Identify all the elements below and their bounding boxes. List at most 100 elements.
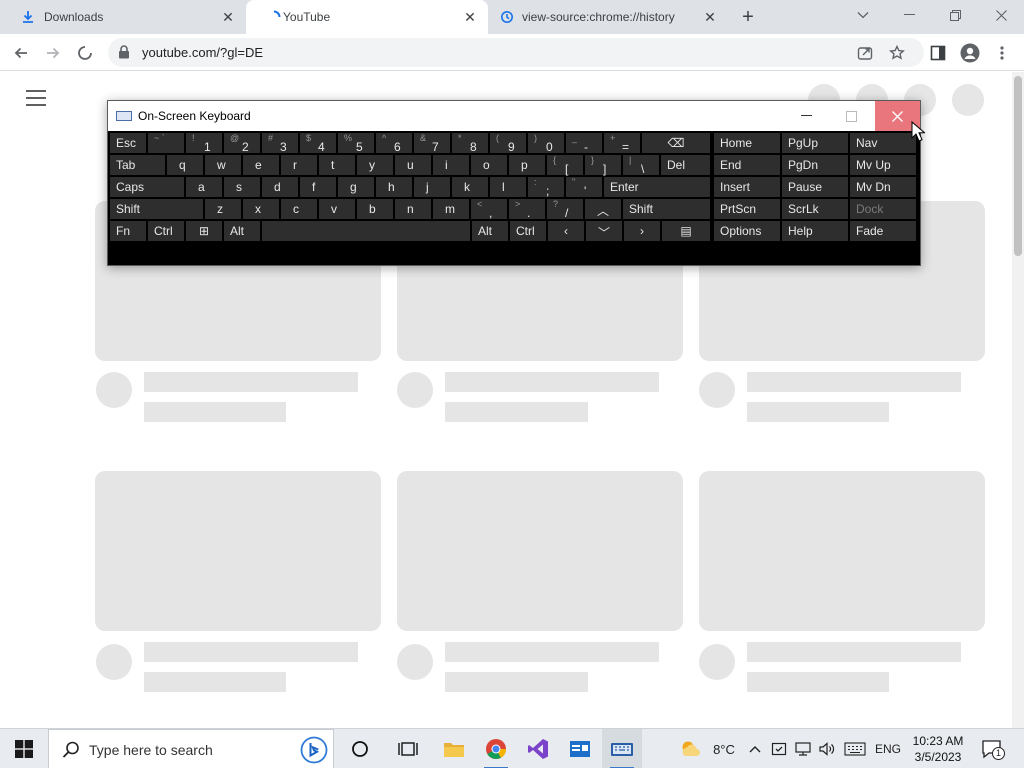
lock-icon[interactable] [118, 45, 132, 59]
key-5[interactable]: % 5 [338, 133, 374, 154]
key-2[interactable]: @2 [224, 133, 260, 154]
key-6[interactable]: ^ 6 [376, 133, 412, 154]
key-scrlk[interactable]: ScrLk [782, 199, 848, 219]
close-tab-icon[interactable]: ✕ [218, 7, 238, 27]
key-7[interactable]: & 7 [414, 133, 450, 154]
page-scrollbar[interactable] [1012, 72, 1024, 728]
key-g[interactable]: g [338, 177, 374, 197]
key-u[interactable]: u [395, 155, 431, 175]
visual-studio-icon[interactable] [518, 729, 558, 768]
key-mv-dn[interactable]: Mv Dn [850, 177, 916, 197]
key-k[interactable]: k [452, 177, 488, 197]
url-text[interactable]: youtube.com/?gl=DE [142, 45, 263, 60]
key-caps[interactable]: Caps [110, 177, 184, 197]
arrow-down-key[interactable]: ﹀ [586, 221, 622, 241]
key-sym[interactable]: ? / [547, 199, 583, 220]
key-n[interactable]: n [395, 199, 431, 219]
security-icon[interactable] [768, 729, 790, 768]
key-0[interactable]: ) 0 [528, 133, 564, 154]
tab-youtube[interactable]: YouTube ✕ [246, 0, 488, 34]
tab-search-icon[interactable] [840, 0, 886, 30]
key-s[interactable]: s [224, 177, 260, 197]
arrow-up-key[interactable]: ︿ [585, 199, 621, 219]
key-options[interactable]: Options [714, 221, 780, 241]
key-4[interactable]: $4 [300, 133, 336, 154]
key-end[interactable]: End [714, 155, 780, 175]
key-t[interactable]: t [319, 155, 355, 175]
key-q[interactable]: q [167, 155, 203, 175]
key-sym[interactable]: " ' [566, 177, 602, 198]
key-c[interactable]: c [281, 199, 317, 219]
key-j[interactable]: j [414, 177, 450, 197]
tab-downloads[interactable]: Downloads ✕ [0, 0, 246, 34]
start-button[interactable] [0, 729, 48, 768]
stop-loading-icon[interactable] [72, 40, 98, 66]
side-panel-icon[interactable] [925, 40, 951, 66]
osk-title-bar[interactable]: On-Screen Keyboard [108, 101, 920, 131]
cortana-icon[interactable] [340, 729, 380, 768]
address-bar[interactable]: youtube.com/?gl=DE [108, 38, 924, 67]
new-tab-button[interactable]: + [736, 5, 760, 29]
taskbar-clock[interactable]: 10:23 AM 3/5/2023 [906, 733, 970, 765]
key-fade[interactable]: Fade [850, 221, 916, 241]
key-y[interactable]: y [357, 155, 393, 175]
key-pause[interactable]: Pause [782, 177, 848, 197]
backspace-key[interactable]: ⌫ [642, 133, 710, 153]
key-sym[interactable]: + = [604, 133, 640, 154]
key-a[interactable]: a [186, 177, 222, 197]
notification-center-icon[interactable]: 1 [980, 737, 1005, 761]
key-ctrl[interactable]: Ctrl [510, 221, 546, 241]
key-h[interactable]: h [376, 177, 412, 197]
tray-chevron-icon[interactable] [746, 729, 764, 768]
touch-keyboard-icon[interactable] [842, 729, 868, 768]
arrow-left-key[interactable]: ‹ [548, 221, 584, 241]
key-p[interactable]: p [509, 155, 545, 175]
key-del[interactable]: Del [661, 155, 710, 175]
kebab-menu-icon[interactable] [989, 40, 1015, 66]
close-tab-icon[interactable]: ✕ [460, 7, 480, 27]
key-sym[interactable]: :; [528, 177, 564, 198]
key-home[interactable]: Home [714, 133, 780, 153]
osk-minimize-icon[interactable] [784, 101, 829, 131]
key-x[interactable]: x [243, 199, 279, 219]
network-icon[interactable] [792, 729, 814, 768]
weather-temperature[interactable]: 8°C [706, 729, 742, 768]
taskbar-search-box[interactable]: Type here to search [48, 729, 334, 768]
key-f[interactable]: f [300, 177, 336, 197]
profile-avatar-icon[interactable] [957, 40, 983, 66]
key-1[interactable]: ! 1 [186, 133, 222, 154]
key-i[interactable]: i [433, 155, 469, 175]
forward-arrow-icon[interactable] [40, 40, 66, 66]
key-sym[interactable]: _ - [566, 133, 602, 154]
file-explorer-icon[interactable] [434, 729, 474, 768]
spacebar-key[interactable] [262, 221, 470, 241]
key-r[interactable]: r [281, 155, 317, 175]
key-m[interactable]: m [433, 199, 469, 219]
windows-key-key[interactable]: ⊞ [186, 221, 222, 241]
key-fn[interactable]: Fn [110, 221, 146, 241]
key-o[interactable]: o [471, 155, 507, 175]
weather-icon[interactable] [676, 729, 706, 768]
key-insert[interactable]: Insert [714, 177, 780, 197]
key-mv-up[interactable]: Mv Up [850, 155, 916, 175]
key-alt[interactable]: Alt [472, 221, 508, 241]
back-arrow-icon[interactable] [8, 40, 34, 66]
restore-icon[interactable] [932, 0, 978, 30]
key-8[interactable]: * 8 [452, 133, 488, 154]
bookmark-star-icon[interactable] [886, 42, 908, 64]
key-sym[interactable]: | \ [623, 155, 659, 176]
key-3[interactable]: #3 [262, 133, 298, 154]
key-d[interactable]: d [262, 177, 298, 197]
key-z[interactable]: z [205, 199, 241, 219]
key-ctrl[interactable]: Ctrl [148, 221, 184, 241]
key-e[interactable]: e [243, 155, 279, 175]
key-l[interactable]: l [490, 177, 526, 197]
key-sym[interactable]: >. [509, 199, 545, 220]
close-tab-icon[interactable]: ✕ [700, 7, 720, 27]
app-window-icon[interactable] [560, 729, 600, 768]
hamburger-menu-icon[interactable] [26, 90, 46, 106]
key-nav[interactable]: Nav [850, 133, 916, 153]
key-alt[interactable]: Alt [224, 221, 260, 241]
key-tab[interactable]: Tab [110, 155, 165, 175]
context-menu-key[interactable]: ▤ [662, 221, 710, 241]
